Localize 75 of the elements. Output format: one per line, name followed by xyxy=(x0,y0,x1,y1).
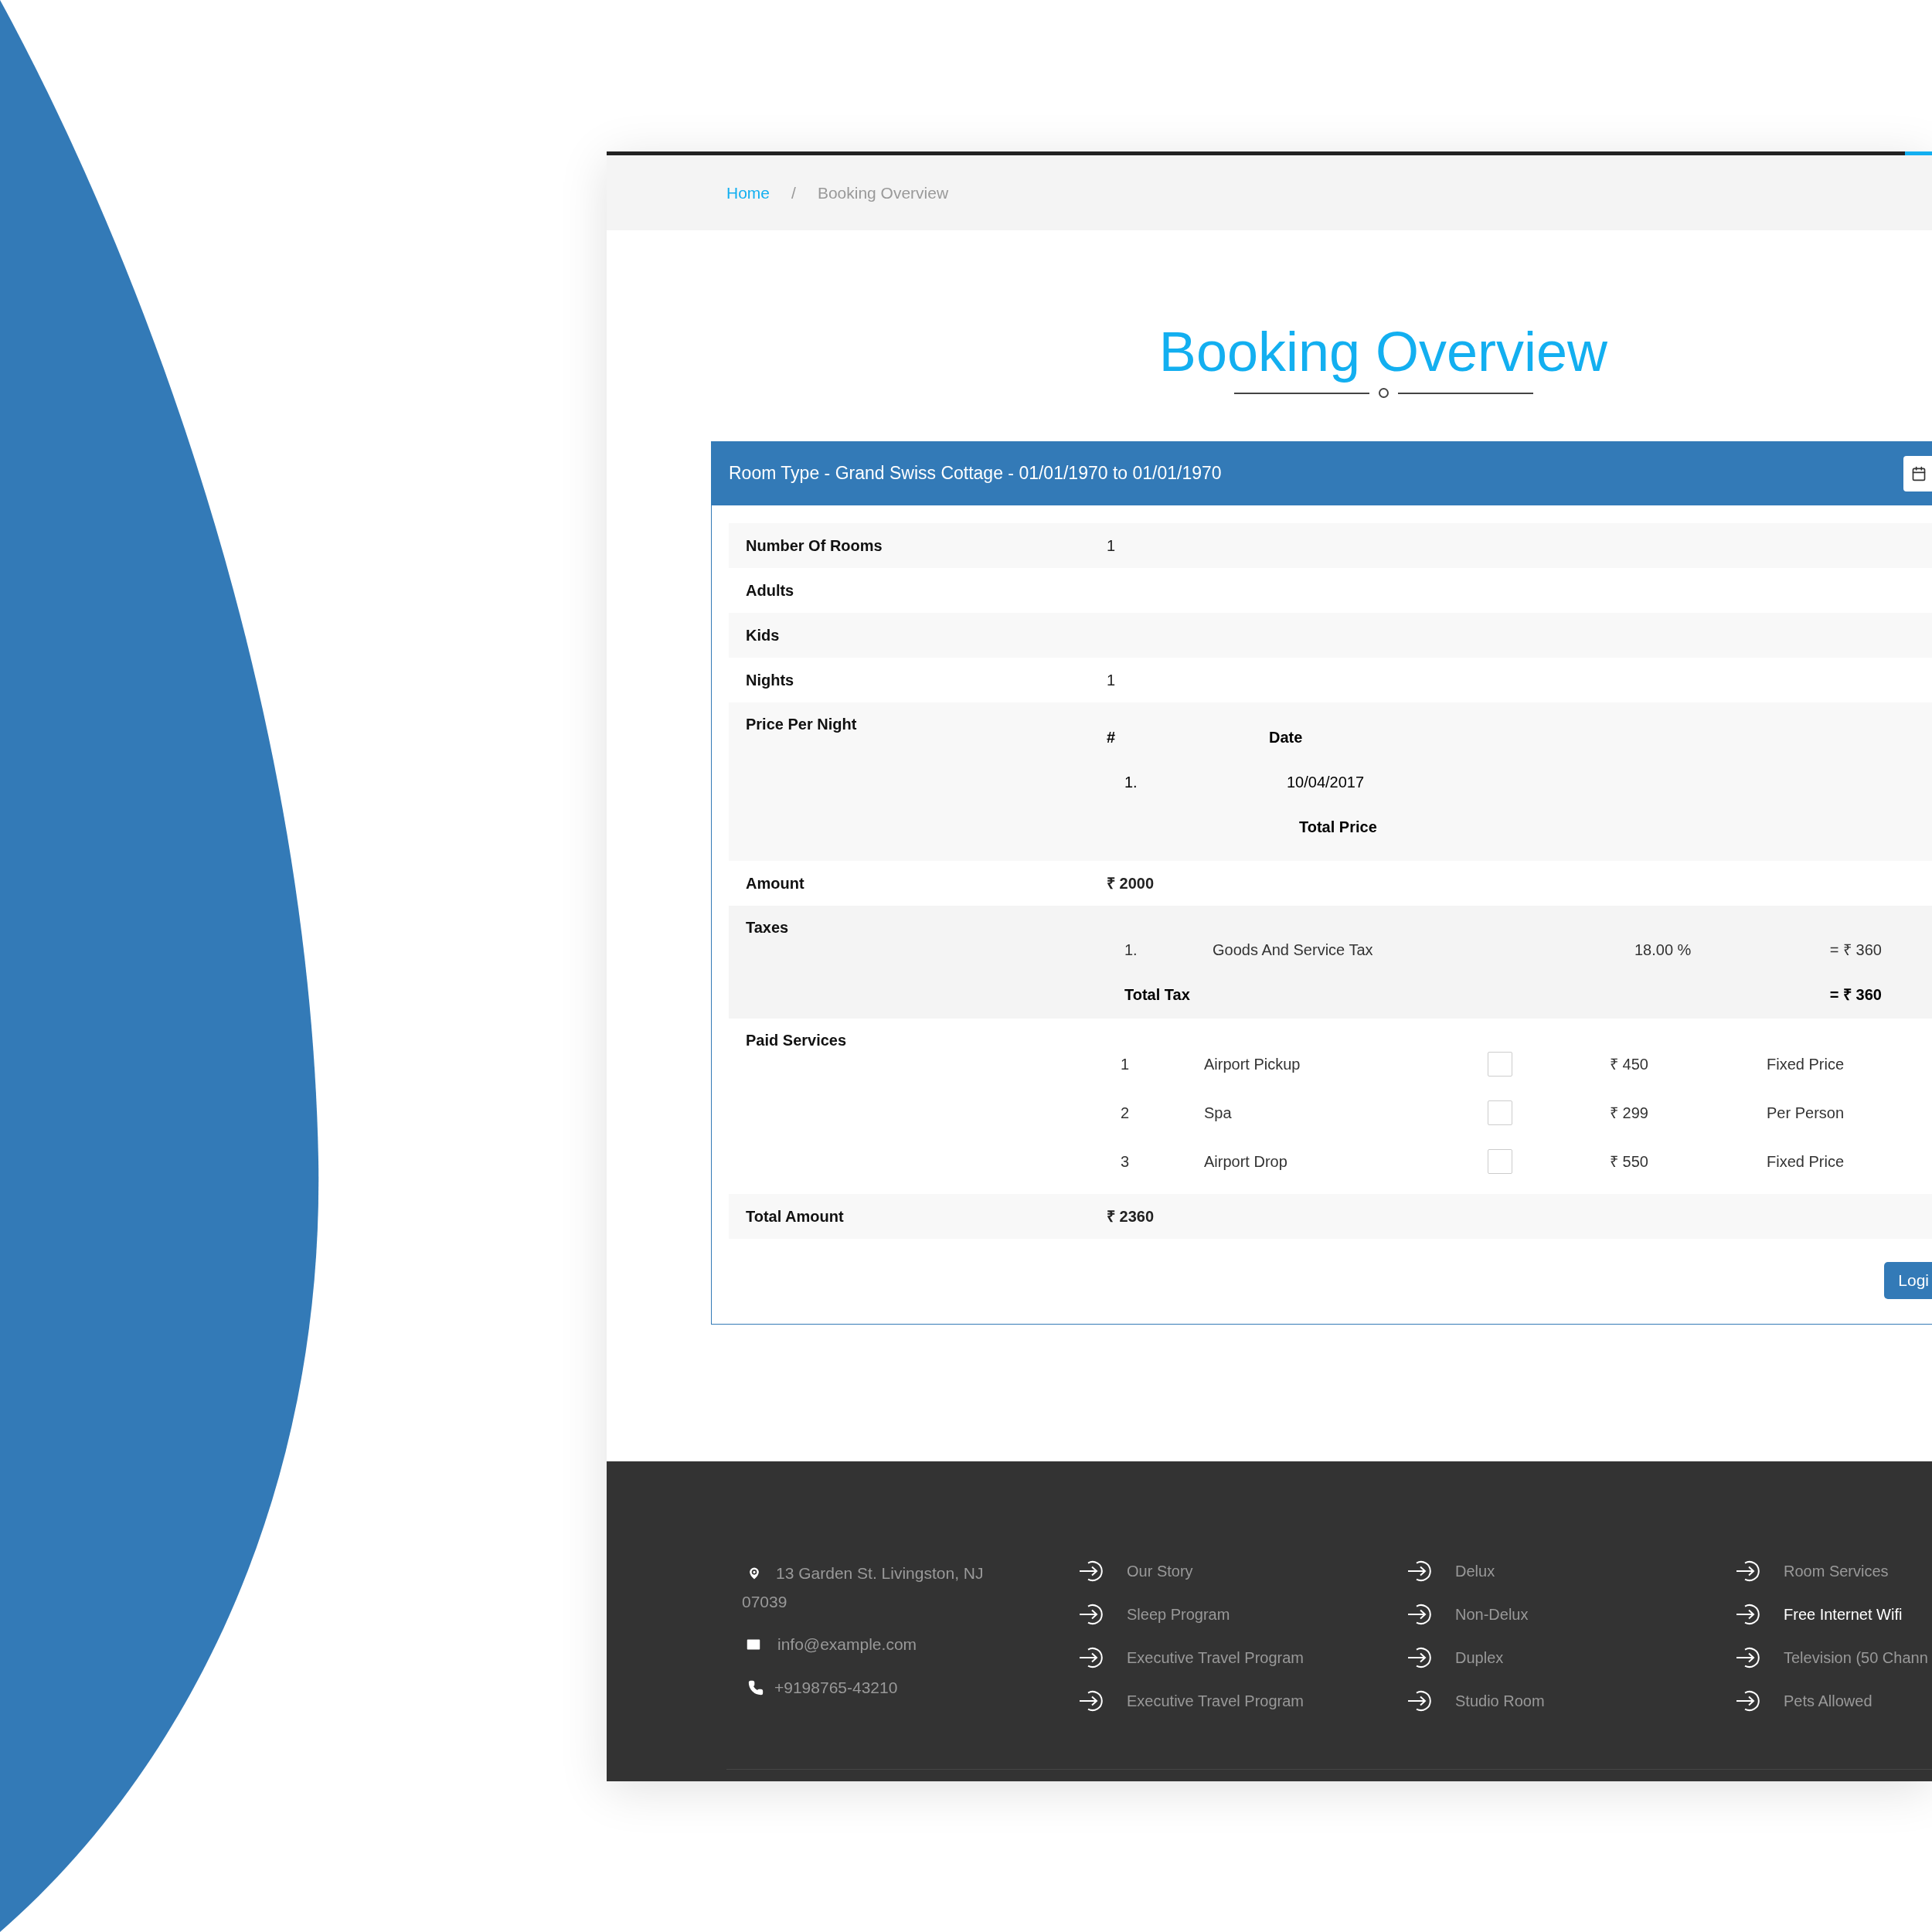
row-label: Number Of Rooms xyxy=(746,537,883,554)
table-cell: 1. xyxy=(1124,941,1138,958)
table-cell: Goods And Service Tax xyxy=(1213,941,1373,958)
footer-link[interactable]: Television (50 Chann xyxy=(1784,1646,1928,1669)
table-cell: 1. xyxy=(1124,774,1138,791)
column-header: # xyxy=(1107,728,1117,747)
table-cell: ₹ 299 xyxy=(1610,1104,1648,1121)
page-title: Booking Overview xyxy=(1158,321,1608,383)
table-cell: 2 xyxy=(1121,1104,1130,1121)
footer-link[interactable]: Room Services xyxy=(1784,1560,1889,1583)
footer-link[interactable]: Sleep Program xyxy=(1127,1603,1230,1626)
row-value: ₹ 2360 xyxy=(1107,1207,1155,1226)
footer-link[interactable]: Duplex xyxy=(1455,1646,1504,1669)
checkbox[interactable] xyxy=(1488,1100,1512,1125)
footer-email: info@example.com xyxy=(777,1634,917,1655)
login-button[interactable]: Logi xyxy=(1884,1262,1932,1299)
breadcrumb-separator: / xyxy=(791,182,796,203)
row-value: ₹ 2000 xyxy=(1107,874,1155,893)
sign-in-arrow-icon xyxy=(1406,1689,1433,1713)
table-cell: 18.00 % xyxy=(1634,941,1692,958)
row-label: Taxes xyxy=(746,919,789,936)
calendar-icon xyxy=(1911,465,1927,481)
footer-phone: +9198765-43210 xyxy=(774,1678,898,1699)
sign-in-arrow-icon xyxy=(1735,1603,1761,1626)
row-value: 1 xyxy=(1107,671,1116,690)
total-tax-label: Total Tax xyxy=(1124,986,1190,1003)
row-label: Adults xyxy=(746,582,794,599)
column-header: Date xyxy=(1269,728,1303,747)
table-cell: Airport Drop xyxy=(1204,1152,1287,1170)
row-label: Total Amount xyxy=(746,1208,844,1225)
sign-in-arrow-icon xyxy=(1078,1560,1104,1583)
table-cell: ₹ 550 xyxy=(1610,1152,1648,1170)
footer-link[interactable]: Free Internet Wifi xyxy=(1784,1603,1903,1626)
row-label: Kids xyxy=(746,627,780,644)
footer-link[interactable]: Studio Room xyxy=(1455,1689,1545,1713)
footer-link[interactable]: Delux xyxy=(1455,1560,1495,1583)
table-cell: 10/04/2017 xyxy=(1287,774,1365,791)
row-value: 1 xyxy=(1107,536,1116,556)
table-cell: Fixed Price xyxy=(1767,1055,1845,1073)
row-label: Nights xyxy=(746,672,794,689)
breadcrumb-current: Booking Overview xyxy=(817,182,949,203)
table-cell: Fixed Price xyxy=(1767,1152,1845,1170)
table-cell: ₹ 450 xyxy=(1610,1055,1648,1073)
checkbox[interactable] xyxy=(1488,1148,1512,1174)
footer-address: 13 Garden St. Livingston, NJ 07039 xyxy=(742,1563,985,1612)
table-cell: 1 xyxy=(1121,1055,1130,1073)
sign-in-arrow-icon xyxy=(1406,1560,1433,1583)
row-label: Paid Services xyxy=(746,1032,847,1049)
sign-in-arrow-icon xyxy=(1735,1560,1761,1583)
breadcrumb-link[interactable]: Home xyxy=(726,180,770,206)
table-cell: = ₹ 360 xyxy=(1829,941,1882,958)
panel-title: Room Type - Grand Swiss Cottage - 01/01/1970 to 01/01/1970 xyxy=(729,462,1222,485)
sign-in-arrow-icon xyxy=(1078,1689,1104,1713)
row-label: Price Per Night xyxy=(746,716,857,733)
calendar-button[interactable] xyxy=(1903,455,1932,492)
sign-in-arrow-icon xyxy=(1078,1646,1104,1669)
sign-in-arrow-icon xyxy=(1406,1646,1433,1669)
table-cell: Per Person xyxy=(1767,1104,1845,1121)
sign-in-arrow-icon xyxy=(1406,1603,1433,1626)
total-price-label: Total Price xyxy=(1299,818,1377,837)
footer-link[interactable]: Executive Travel Program xyxy=(1127,1689,1304,1713)
table-cell: Airport Pickup xyxy=(1204,1055,1301,1073)
footer-link[interactable]: Non-Delux xyxy=(1455,1603,1529,1626)
footer-link[interactable]: Pets Allowed xyxy=(1784,1689,1872,1713)
table-cell: Spa xyxy=(1204,1104,1232,1121)
table-cell: 3 xyxy=(1121,1152,1130,1170)
total-tax-value: = ₹ 360 xyxy=(1829,986,1882,1003)
sign-in-arrow-icon xyxy=(1078,1603,1104,1626)
sign-in-arrow-icon xyxy=(1735,1689,1761,1713)
sign-in-arrow-icon xyxy=(1735,1646,1761,1669)
checkbox[interactable] xyxy=(1488,1051,1512,1077)
row-label: Amount xyxy=(746,875,804,892)
footer-link[interactable]: Executive Travel Program xyxy=(1127,1646,1304,1669)
phone-icon xyxy=(748,1680,764,1696)
footer-link[interactable]: Our Story xyxy=(1127,1560,1193,1583)
